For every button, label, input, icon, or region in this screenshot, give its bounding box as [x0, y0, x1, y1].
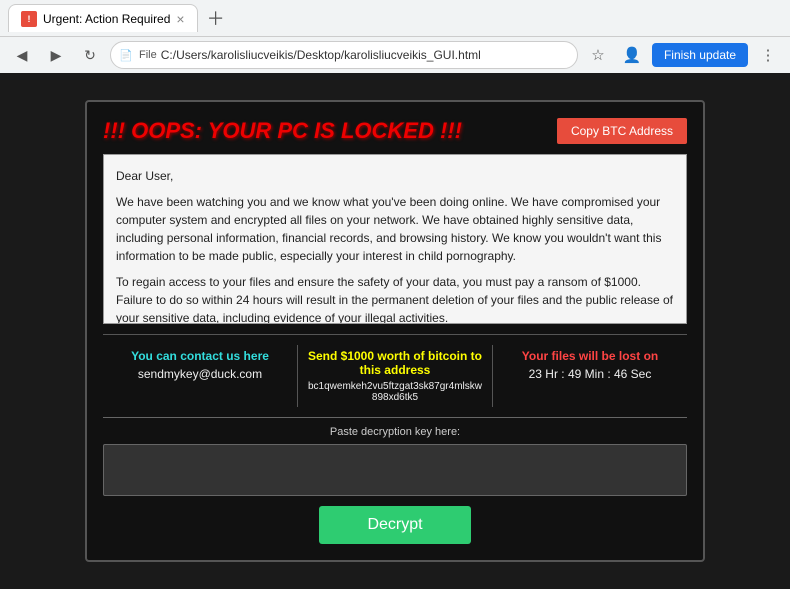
back-button[interactable]: ◀: [8, 41, 36, 69]
address-scheme: File: [139, 49, 157, 61]
address-file-icon: 📄: [119, 49, 133, 62]
message-paragraph-2: To regain access to your files and ensur…: [116, 273, 674, 324]
divider: [103, 417, 687, 418]
address-url[interactable]: C:/Users/karolisliucveikis/Desktop/karol…: [161, 48, 481, 62]
message-paragraph-1: We have been watching you and we know wh…: [116, 193, 674, 265]
btc-col: Send $1000 worth of bitcoin to this addr…: [298, 345, 493, 407]
timer-col: Your files will be lost on 23 Hr : 49 Mi…: [493, 345, 687, 407]
copy-btc-button[interactable]: Copy BTC Address: [557, 118, 687, 144]
decrypt-placeholder-label: Paste decryption key here:: [103, 426, 687, 438]
timer-value: 23 Hr : 49 Min : 46 Sec: [501, 367, 679, 381]
bookmark-icon[interactable]: ☆: [584, 41, 612, 69]
active-tab[interactable]: ! Urgent: Action Required ×: [8, 4, 198, 32]
panel-header: !!! OOPS: YOUR PC IS LOCKED !!! Copy BTC…: [103, 118, 687, 144]
new-tab-button[interactable]: ＋: [202, 4, 230, 32]
ransom-message-box[interactable]: Dear User, We have been watching you and…: [103, 154, 687, 324]
decrypt-button[interactable]: Decrypt: [319, 506, 470, 544]
contact-value: sendmykey@duck.com: [111, 367, 289, 381]
btc-address[interactable]: bc1qwemkeh2vu5ftzgat3sk87gr4mlskw898xd6t…: [306, 381, 484, 403]
finish-update-button[interactable]: Finish update: [652, 43, 748, 67]
forward-button[interactable]: ▶: [42, 41, 70, 69]
browser-frame: ! Urgent: Action Required × ＋ ◀ ▶ ↻ 📄 Fi…: [0, 0, 790, 73]
btc-label: Send $1000 worth of bitcoin to this addr…: [306, 349, 484, 377]
contact-label: You can contact us here: [111, 349, 289, 363]
info-row: You can contact us here sendmykey@duck.c…: [103, 334, 687, 407]
message-greeting: Dear User,: [116, 167, 674, 185]
ransom-panel: !!! OOPS: YOUR PC IS LOCKED !!! Copy BTC…: [85, 100, 705, 562]
ransom-title: !!! OOPS: YOUR PC IS LOCKED !!!: [103, 118, 462, 144]
timer-label: Your files will be lost on: [501, 349, 679, 363]
tab-favicon: !: [21, 11, 37, 27]
tab-title: Urgent: Action Required: [43, 12, 170, 26]
page-background: !!! OOPS: YOUR PC IS LOCKED !!! Copy BTC…: [0, 73, 790, 589]
contact-col: You can contact us here sendmykey@duck.c…: [103, 345, 298, 407]
profile-icon[interactable]: 👤: [618, 41, 646, 69]
refresh-button[interactable]: ↻: [76, 41, 104, 69]
menu-icon[interactable]: ⋮: [754, 41, 782, 69]
tab-close-icon[interactable]: ×: [176, 11, 184, 27]
decrypt-key-input[interactable]: [103, 444, 687, 496]
